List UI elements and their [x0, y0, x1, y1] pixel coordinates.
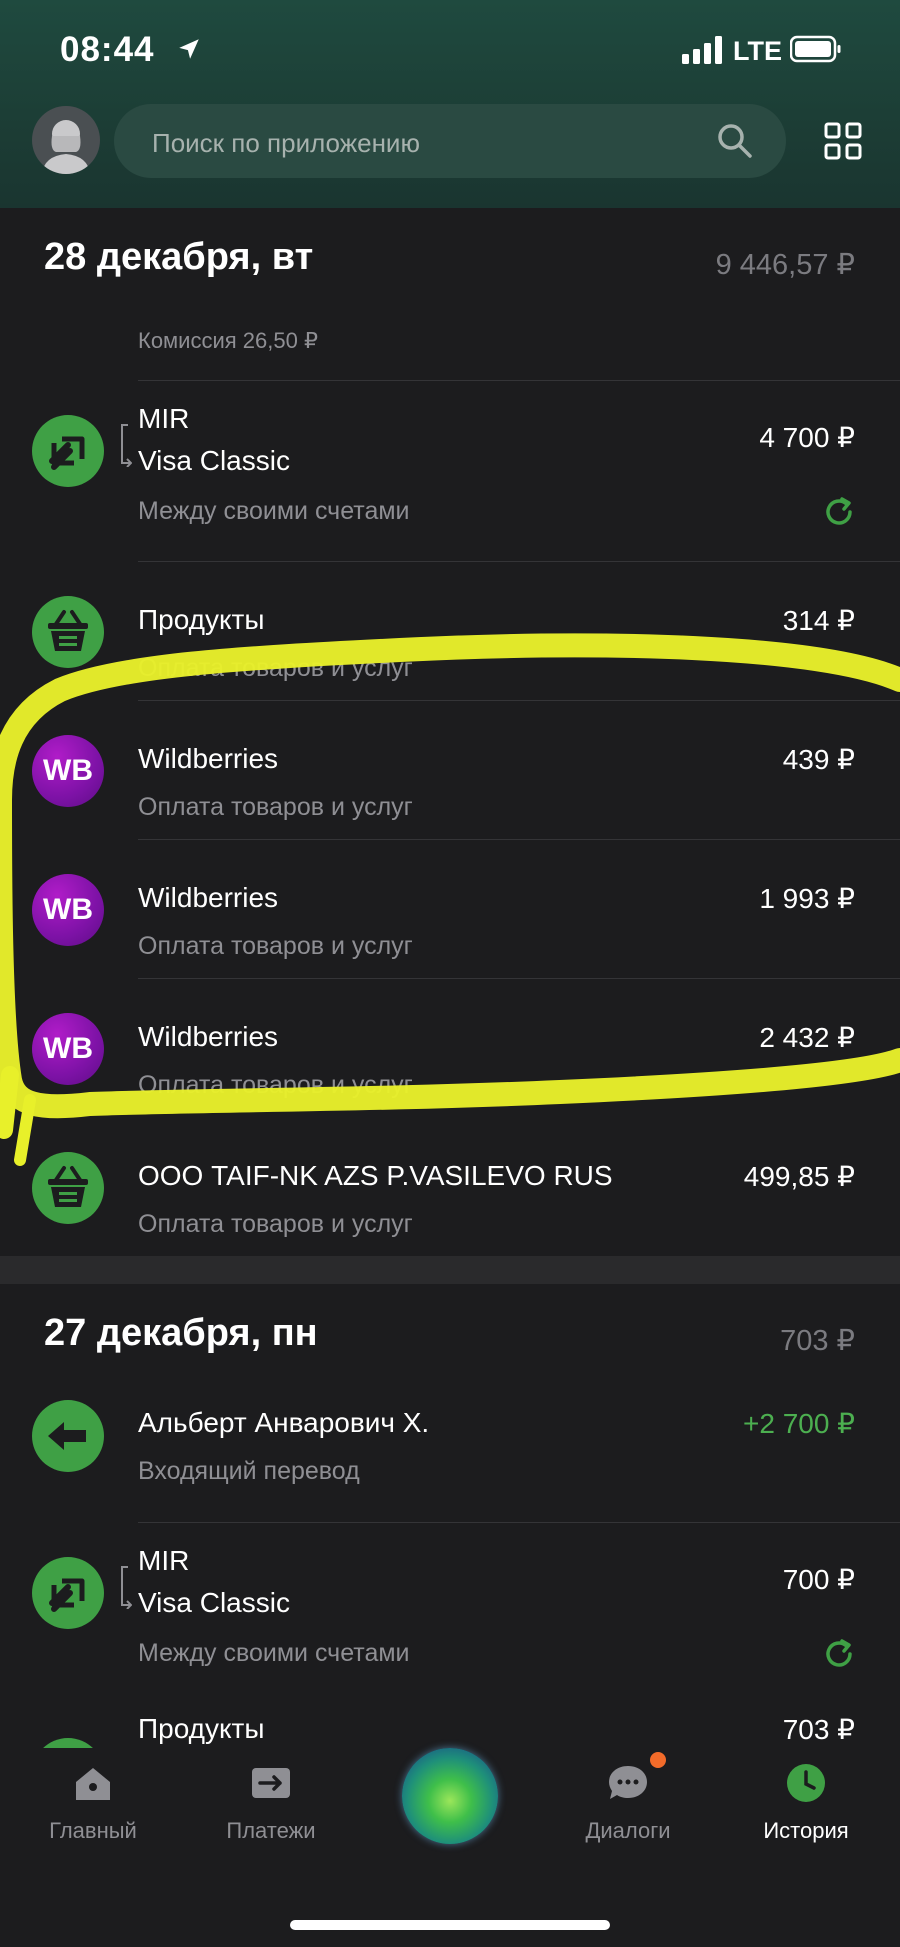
transaction-amount: 4 700 ₽: [759, 422, 855, 453]
wb-logo-text: WB: [43, 754, 93, 787]
notification-dot: [650, 1752, 666, 1768]
basket-icon: [32, 1738, 104, 1748]
bottom-tab-bar: Главный Платежи Диалоги История: [0, 1748, 900, 1947]
wb-logo-icon: WB: [32, 1013, 104, 1085]
transaction-from: MIR: [138, 1545, 190, 1576]
wb-logo-text: WB: [43, 893, 93, 926]
payments-icon: [252, 1768, 290, 1798]
home-icon: [76, 1768, 110, 1800]
chat-icon: [609, 1766, 647, 1799]
transaction-title: Wildberries: [138, 882, 279, 913]
day-sum: 703 ₽: [780, 1325, 855, 1357]
tab-home[interactable]: Главный: [13, 1748, 173, 1868]
transaction-amount: 1 993 ₽: [759, 883, 855, 914]
transaction-row[interactable]: MIR Visa Classic Между своими счетами 70…: [0, 1523, 900, 1703]
tab-label: Диалоги: [585, 1818, 671, 1843]
day-title: 27 декабря, пн: [44, 1312, 318, 1354]
day-header: 27 декабря, пн 703 ₽: [0, 1284, 900, 1384]
basket-icon: [32, 596, 104, 668]
tab-dialogs[interactable]: Диалоги: [548, 1748, 708, 1868]
assistant-orb-button[interactable]: [402, 1748, 498, 1844]
transaction-title: Альберт Анварович Х.: [138, 1407, 430, 1438]
basket-icon: [32, 1152, 104, 1224]
transaction-title: ООО TAIF-NK AZS P.VASILEVO RUS: [138, 1160, 613, 1191]
transaction-amount: +2 700 ₽: [742, 1408, 855, 1439]
transaction-amount: 703 ₽: [782, 1714, 855, 1745]
transfer-icon: [32, 415, 104, 487]
transaction-row[interactable]: WB Wildberries Оплата товаров и услуг 43…: [0, 701, 900, 839]
wb-logo-text: WB: [43, 1032, 93, 1065]
app-header: 08:44 LTE Поиск по приложению: [0, 0, 900, 208]
status-bar: 08:44 LTE: [0, 0, 900, 100]
network-type: LTE: [733, 36, 782, 66]
transaction-amount: 700 ₽: [782, 1564, 855, 1595]
transaction-amount: 2 432 ₽: [759, 1022, 855, 1053]
transaction-row[interactable]: Альберт Анварович Х. Входящий перевод +2…: [0, 1384, 900, 1529]
transaction-amount: 439 ₽: [782, 744, 855, 775]
transaction-subtitle: Оплата товаров и услуг: [138, 1071, 413, 1099]
day-header: 28 декабря, вт 9 446,57 ₽: [0, 208, 900, 308]
transaction-row[interactable]: MIR Visa Classic Между своими счетами 4 …: [0, 381, 900, 561]
transaction-to: Visa Classic: [138, 1587, 290, 1618]
history-list: 28 декабря, вт 9 446,57 ₽ Комиссия 26,50…: [0, 208, 900, 1748]
arrow-left-icon: [32, 1400, 104, 1472]
repeat-icon[interactable]: [822, 1637, 856, 1671]
transaction-subtitle: Оплата товаров и услуг: [138, 793, 413, 821]
transaction-title: Wildberries: [138, 1021, 279, 1052]
battery-icon: [790, 35, 841, 63]
cellular-signal-icon: [682, 36, 722, 64]
home-indicator: [290, 1920, 610, 1930]
tab-history[interactable]: История: [726, 1748, 886, 1868]
transaction-row[interactable]: WB Wildberries Оплата товаров и услуг 1 …: [0, 840, 900, 978]
day-sum: 9 446,57 ₽: [715, 249, 855, 281]
transfer-icon: [32, 1557, 104, 1629]
wb-logo-icon: WB: [32, 735, 104, 807]
user-silhouette-icon: [42, 120, 90, 174]
transaction-subtitle: Оплата товаров и услуг: [138, 932, 413, 960]
grid-menu-icon[interactable]: [824, 122, 862, 160]
profile-avatar[interactable]: [32, 106, 100, 174]
status-time: 08:44: [60, 30, 155, 69]
transaction-row[interactable]: ООО TAIF-NK AZS P.VASILEVO RUS Оплата то…: [0, 1118, 900, 1248]
clock-icon: [787, 1764, 825, 1802]
transaction-title: Wildberries: [138, 743, 279, 774]
transaction-subtitle: Между своими счетами: [138, 497, 410, 525]
transfer-bracket-icon: [121, 1566, 132, 1609]
wb-logo-icon: WB: [32, 874, 104, 946]
tab-label: История: [763, 1818, 849, 1843]
commission-text: Комиссия 26,50 ₽: [138, 328, 318, 353]
transaction-to: Visa Classic: [138, 445, 290, 476]
section-separator: [0, 1256, 900, 1284]
transaction-row[interactable]: Продукты 703 ₽: [0, 1704, 900, 1748]
transaction-subtitle: Оплата товаров и услуг: [138, 654, 413, 682]
transaction-amount: 314 ₽: [782, 605, 855, 636]
day-title: 28 декабря, вт: [44, 236, 314, 278]
transaction-from: MIR: [138, 403, 190, 434]
tab-label: Главный: [49, 1818, 137, 1843]
tab-payments[interactable]: Платежи: [191, 1748, 351, 1868]
transaction-title: Продукты: [138, 604, 265, 635]
repeat-icon[interactable]: [822, 495, 856, 529]
transaction-amount: 499,85 ₽: [743, 1161, 855, 1192]
search-icon[interactable]: [714, 120, 756, 162]
transaction-title: Продукты: [138, 1713, 265, 1744]
tab-label: Платежи: [226, 1818, 316, 1843]
transaction-subtitle: Оплата товаров и услуг: [138, 1210, 413, 1238]
transaction-row[interactable]: Продукты Оплата товаров и услуг 314 ₽: [0, 562, 900, 700]
transaction-subtitle: Входящий перевод: [138, 1457, 360, 1485]
transaction-subtitle: Между своими счетами: [138, 1639, 410, 1667]
transaction-row[interactable]: WB Wildberries Оплата товаров и услуг 2 …: [0, 979, 900, 1117]
transfer-bracket-icon: [121, 424, 132, 467]
search-bar[interactable]: Поиск по приложению: [114, 104, 786, 178]
search-input[interactable]: Поиск по приложению: [152, 128, 420, 159]
location-arrow-icon: [179, 39, 199, 59]
